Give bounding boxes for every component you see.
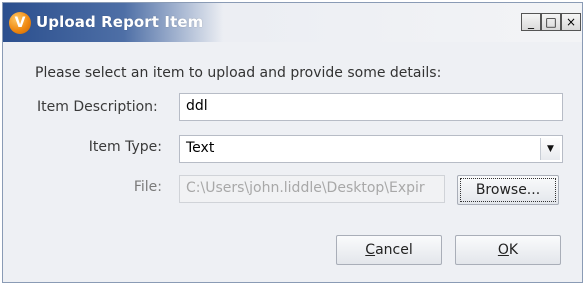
app-logo-icon: V [9,12,31,34]
ok-label-rest: K [508,242,519,258]
item-type-label: Item Type: [88,139,162,155]
file-label: File: [133,179,162,195]
title-bar[interactable]: V Upload Report Item _ □ × [3,3,582,42]
cancel-button[interactable]: Cancel [336,235,442,265]
window-title: Upload Report Item [36,13,204,31]
browse-button[interactable]: Browse... [457,175,559,205]
item-description-field[interactable]: ddl [179,93,563,121]
item-type-select[interactable]: Text ▼ [179,135,563,163]
upload-report-item-dialog: V Upload Report Item _ □ × Please select… [2,2,583,283]
close-button[interactable]: × [561,13,581,31]
dropdown-arrow-icon[interactable]: ▼ [540,138,560,160]
maximize-button[interactable]: □ [541,13,561,31]
cancel-label-rest: ancel [375,242,413,258]
cancel-mnemonic: C [365,242,376,258]
instructions-text: Please select an item to upload and prov… [35,65,442,81]
ok-button[interactable]: OK [455,235,561,265]
item-type-value: Text [186,140,215,156]
ok-mnemonic: O [497,242,509,258]
item-description-label: Item Description: [37,99,158,115]
file-path-field: C:\Users\john.liddle\Desktop\Expir [179,175,445,203]
minimize-button[interactable]: _ [521,13,541,31]
